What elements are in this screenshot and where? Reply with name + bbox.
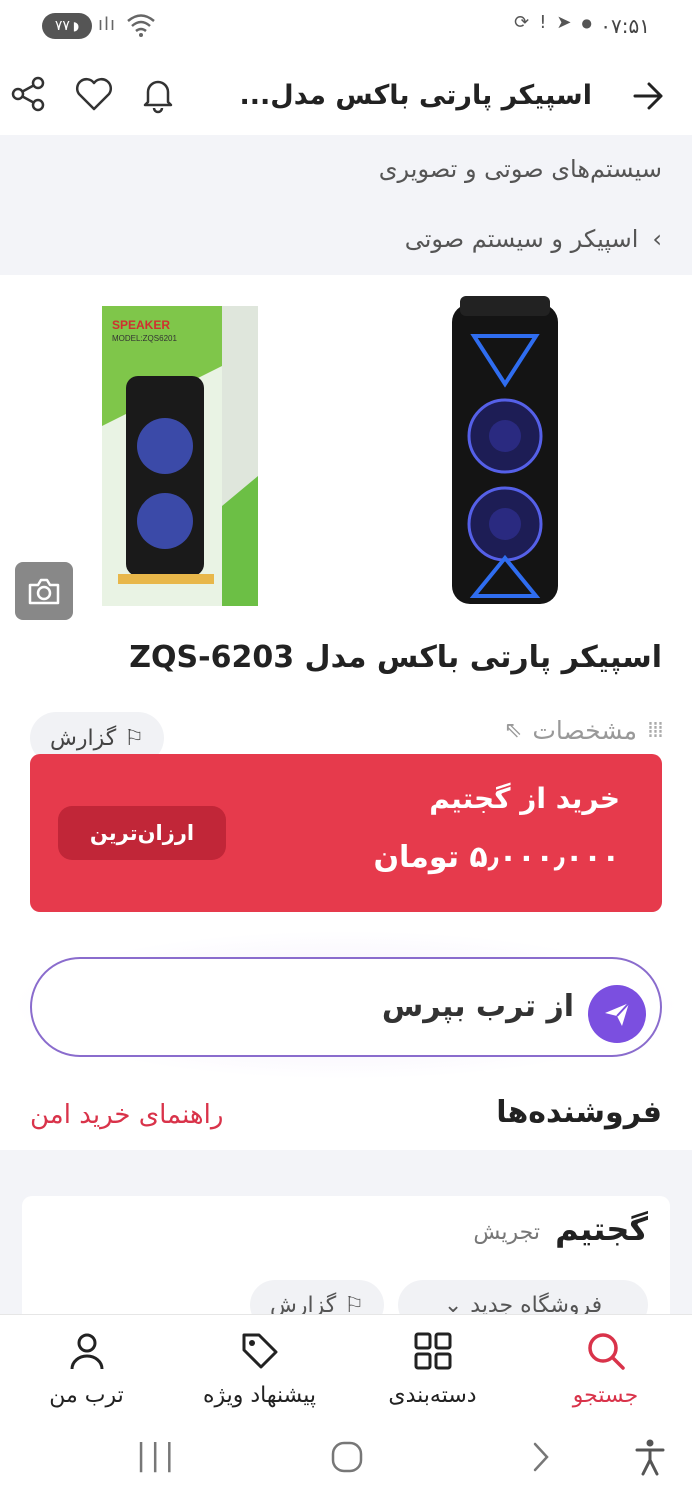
sellers-title: فروشنده‌ها bbox=[496, 1095, 662, 1130]
clock: ۰۷:۵۱ bbox=[600, 14, 650, 38]
nav-item-search[interactable]: جستجو bbox=[519, 1329, 692, 1427]
battery-level: ۷۷ bbox=[54, 18, 70, 34]
grid-icon bbox=[414, 1332, 451, 1370]
bell-icon bbox=[143, 80, 173, 114]
cheapest-badge: ارزان‌ترین bbox=[58, 806, 226, 860]
heart-icon bbox=[76, 78, 112, 111]
buy-price: ۵٫۰۰۰٫۰۰۰ تومان bbox=[373, 840, 620, 875]
buy-card[interactable]: خرید از گجتیم ۵٫۰۰۰٫۰۰۰ تومان ارزان‌ترین bbox=[30, 754, 662, 912]
battery-indicator: ۷۷ ◗ bbox=[42, 13, 92, 39]
specs-label: مشخصات bbox=[532, 716, 638, 745]
seller-card[interactable]: گجتیم تجریش فروشگاه جدید ⌄ ⚐ گزارش bbox=[22, 1196, 670, 1330]
telegram-status-icon: ➤ bbox=[556, 12, 572, 33]
breadcrumb-level2-label: اسپیکر و سیستم صوتی bbox=[404, 225, 639, 253]
breadcrumb-level2[interactable]: › اسپیکر و سیستم صوتی bbox=[405, 225, 662, 253]
bottom-nav: جستجو دسته‌بندی پیشنهاد ویژه ترب من bbox=[0, 1314, 692, 1426]
report-label: گزارش bbox=[50, 725, 117, 751]
buy-label: خرید از گجتیم bbox=[429, 782, 620, 815]
battery-saver-icon: ◗ bbox=[72, 19, 80, 33]
ask-torob-button[interactable]: از ترب بپرس bbox=[30, 957, 662, 1057]
page-title: اسپیکر پارتی باکس مدل... bbox=[239, 80, 592, 111]
specs-link[interactable]: ⁞⁞⁞ مشخصات ⇖ bbox=[503, 716, 664, 745]
recent-apps-button[interactable]: ||| bbox=[136, 1438, 178, 1473]
seller-name: گجتیم bbox=[555, 1210, 648, 1248]
tag-icon bbox=[242, 1333, 277, 1369]
nav-label-categories: دسته‌بندی bbox=[388, 1383, 477, 1408]
product-image-box[interactable] bbox=[102, 306, 262, 606]
seller-city: تجریش bbox=[473, 1220, 540, 1245]
app-bar: اسپیکر پارتی باکس مدل... bbox=[0, 60, 692, 135]
user-icon bbox=[70, 1333, 103, 1370]
alert-icon: ! bbox=[539, 12, 547, 33]
nav-label-search: جستجو bbox=[572, 1383, 639, 1408]
share-icon bbox=[11, 76, 45, 112]
nav-item-offers[interactable]: پیشنهاد ویژه bbox=[173, 1329, 346, 1427]
back-nav-button[interactable] bbox=[528, 1440, 554, 1474]
favorite-button[interactable] bbox=[70, 70, 118, 118]
safe-shopping-guide-link[interactable]: راهنمای خرید امن bbox=[30, 1100, 223, 1130]
status-bar: ۷۷ ◗ ılı ⟳ ! ➤ ● ۰۷:۵۱ bbox=[0, 0, 692, 55]
sync-icon: ⟳ bbox=[514, 12, 530, 33]
ask-label: از ترب بپرس bbox=[381, 989, 574, 1024]
search-icon bbox=[587, 1333, 625, 1370]
product-image-speaker[interactable] bbox=[430, 296, 580, 616]
back-button[interactable] bbox=[626, 74, 670, 118]
arrow-up-left-icon: ⇖ bbox=[503, 718, 523, 743]
home-button[interactable] bbox=[330, 1440, 364, 1474]
notification-icons: ⟳ ! ➤ ● bbox=[514, 12, 592, 33]
notify-button[interactable] bbox=[134, 70, 182, 118]
nav-item-profile[interactable]: ترب من bbox=[0, 1329, 173, 1427]
accessibility-button[interactable] bbox=[634, 1438, 666, 1476]
breadcrumb: سیستم‌های صوتی و تصویری › اسپیکر و سیستم … bbox=[0, 135, 692, 275]
box-model-text: MODEL:ZQS6201 bbox=[112, 334, 177, 343]
product-title: اسپیکر پارتی باکس مدل ZQS-6203 bbox=[129, 640, 662, 675]
wifi-icon bbox=[127, 14, 155, 37]
nav-label-profile: ترب من bbox=[49, 1383, 124, 1408]
product-gallery[interactable]: SPEAKER MODEL:ZQS6201 bbox=[0, 276, 692, 636]
nav-label-offers: پیشنهاد ویژه bbox=[202, 1383, 317, 1408]
send-icon bbox=[588, 985, 646, 1043]
flag-icon: ⚐ bbox=[124, 725, 144, 751]
camera-icon bbox=[28, 578, 60, 605]
share-button[interactable] bbox=[4, 70, 52, 118]
image-search-button[interactable] bbox=[15, 562, 73, 620]
breadcrumb-separator: › bbox=[652, 225, 662, 253]
grid-dots-icon: ⁞⁞⁞ bbox=[647, 718, 664, 743]
arrow-right-icon bbox=[633, 82, 663, 110]
breadcrumb-level1[interactable]: سیستم‌های صوتی و تصویری bbox=[379, 155, 662, 183]
signal-icon: ılı bbox=[98, 14, 117, 35]
dot-icon: ● bbox=[581, 15, 592, 30]
box-brand-text: SPEAKER bbox=[112, 318, 171, 332]
nav-item-categories[interactable]: دسته‌بندی bbox=[346, 1329, 519, 1427]
system-nav-bar: ||| bbox=[0, 1426, 692, 1500]
